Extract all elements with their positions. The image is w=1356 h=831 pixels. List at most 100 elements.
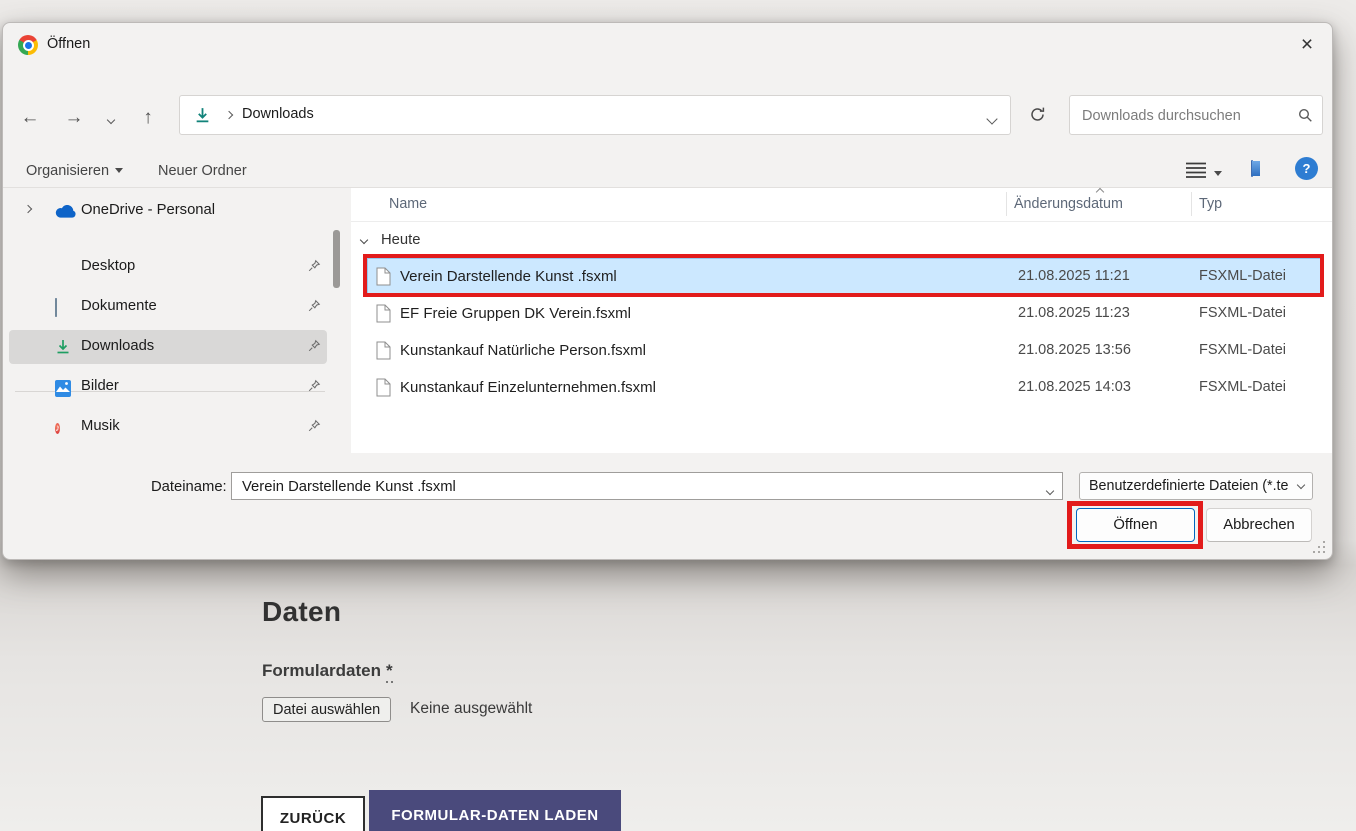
nav-forward-button[interactable]: → — [58, 103, 90, 133]
chevron-down-icon — [1297, 481, 1305, 489]
caret-down-icon — [1214, 171, 1222, 176]
file-icon — [376, 304, 391, 328]
search-input[interactable] — [1080, 101, 1284, 131]
document-icon — [55, 299, 57, 317]
pictures-icon — [55, 380, 71, 398]
sidebar-item-label: Bilder — [81, 378, 119, 394]
file-date: 21.08.2025 11:21 — [1018, 268, 1130, 284]
file-type: FSXML-Datei — [1199, 379, 1286, 395]
preview-pane-button[interactable] — [1249, 159, 1255, 178]
required-asterisk: * — [386, 661, 393, 683]
file-row[interactable]: Kunstankauf Einzelunternehmen.fsxml 21.0… — [367, 369, 1321, 405]
filename-dropdown-button[interactable] — [1047, 482, 1053, 497]
search-box — [1069, 95, 1323, 135]
column-header-name[interactable]: Name — [389, 196, 427, 212]
file-row[interactable]: EF Freie Gruppen DK Verein.fsxml 21.08.2… — [367, 295, 1321, 331]
refresh-button[interactable] — [1021, 100, 1053, 130]
file-name: EF Freie Gruppen DK Verein.fsxml — [400, 305, 631, 322]
organize-label: Organisieren — [26, 163, 109, 179]
address-dropdown-button[interactable] — [988, 111, 996, 126]
new-folder-button[interactable]: Neuer Ordner — [154, 158, 251, 184]
pin-icon — [307, 379, 321, 398]
sidebar-item-bilder[interactable]: Bilder — [9, 370, 327, 404]
preview-pane-icon — [1251, 160, 1253, 177]
view-options-dropdown[interactable] — [1212, 164, 1224, 183]
file-row[interactable]: Kunstankauf Natürliche Person.fsxml 21.0… — [367, 332, 1321, 368]
screen: Daten Formulardaten* Datei auswählen Kei… — [0, 0, 1356, 831]
filename-input[interactable] — [240, 475, 1024, 499]
sidebar-item-dokumente[interactable]: Dokumente — [9, 290, 327, 324]
onedrive-cloud-icon — [55, 205, 76, 223]
sidebar-item-desktop[interactable]: Desktop — [9, 250, 327, 284]
file-icon — [376, 341, 391, 365]
list-view-button[interactable] — [1184, 159, 1208, 180]
back-button[interactable]: ZURÜCK — [261, 796, 365, 831]
pin-icon — [307, 299, 321, 318]
file-type: FSXML-Datei — [1199, 268, 1286, 284]
sidebar-item-onedrive[interactable]: OneDrive - Personal — [9, 194, 327, 228]
sidebar-item-musik[interactable]: ♪ Musik — [9, 410, 327, 444]
search-icon — [1298, 108, 1313, 128]
column-header-type[interactable]: Typ — [1199, 196, 1222, 212]
close-icon[interactable]: × — [1292, 30, 1322, 60]
file-icon — [376, 378, 391, 402]
pin-icon — [307, 259, 321, 278]
sidebar-item-label: OneDrive - Personal — [81, 202, 215, 218]
form-data-label: Formulardaten * — [262, 661, 393, 681]
filename-label: Dateiname: — [151, 479, 227, 495]
group-label: Heute — [381, 232, 421, 248]
file-type: FSXML-Datei — [1199, 305, 1286, 321]
breadcrumb[interactable]: Downloads — [242, 106, 314, 122]
organize-menu-button[interactable]: Organisieren — [22, 158, 127, 184]
dialog-title: Öffnen — [47, 36, 90, 52]
choose-file-button[interactable]: Datei auswählen — [262, 697, 391, 722]
file-name: Verein Darstellende Kunst .fsxml — [400, 268, 617, 285]
chevron-down-icon — [107, 116, 115, 124]
file-chosen-status: Keine ausgewählt — [410, 700, 532, 718]
vertical-scrollbar-thumb[interactable] — [333, 230, 340, 288]
sidebar-item-downloads[interactable]: Downloads — [9, 330, 327, 364]
pin-icon — [307, 419, 321, 438]
chevron-down-icon — [986, 113, 997, 124]
column-header-date[interactable]: Änderungsdatum — [1014, 196, 1123, 212]
sidebar: OneDrive - Personal Desktop Dokumente — [3, 188, 333, 475]
pin-icon — [307, 339, 321, 358]
chevron-down-icon — [1046, 487, 1054, 495]
nav-history-dropdown[interactable] — [98, 103, 124, 133]
file-type: FSXML-Datei — [1199, 342, 1286, 358]
sidebar-item-label: Dokumente — [81, 298, 157, 314]
file-date: 21.08.2025 11:23 — [1018, 305, 1130, 321]
cancel-button[interactable]: Abbrechen — [1206, 508, 1312, 542]
column-divider[interactable] — [1006, 192, 1007, 216]
nav-back-button[interactable]: ← — [14, 103, 46, 133]
nav-up-button[interactable]: ↑ — [132, 103, 164, 133]
file-name: Kunstankauf Einzelunternehmen.fsxml — [400, 379, 656, 396]
open-file-dialog: Öffnen × ← → ↑ Downloads Organisieren N — [2, 22, 1333, 560]
file-row-selected[interactable]: Verein Darstellende Kunst .fsxml 21.08.2… — [367, 258, 1321, 294]
list-header: Name Änderungsdatum Typ — [351, 188, 1332, 222]
sidebar-item-label: Desktop — [81, 258, 135, 274]
open-button[interactable]: Öffnen — [1076, 508, 1195, 542]
downloads-folder-icon — [194, 107, 211, 129]
list-view-icon — [1186, 161, 1206, 178]
sidebar-item-label: Downloads — [81, 338, 154, 354]
dialog-titlebar: Öffnen × — [3, 23, 1332, 67]
column-divider[interactable] — [1191, 192, 1192, 216]
filetype-value: Benutzerdefinierte Dateien (*.te — [1089, 478, 1289, 494]
address-bar[interactable]: Downloads — [179, 95, 1011, 135]
file-date: 21.08.2025 14:03 — [1018, 379, 1131, 395]
resize-grip[interactable] — [1313, 541, 1325, 553]
file-list: Name Änderungsdatum Typ Heute Verein Dar… — [351, 188, 1332, 453]
music-icon: ♪ — [55, 418, 60, 437]
file-icon — [376, 267, 391, 291]
load-form-data-button[interactable]: FORMULAR-DATEN LADEN — [369, 790, 621, 831]
help-icon[interactable]: ? — [1295, 157, 1318, 180]
filetype-select[interactable]: Benutzerdefinierte Dateien (*.te — [1079, 472, 1313, 500]
chevron-right-icon — [24, 205, 32, 213]
file-name: Kunstankauf Natürliche Person.fsxml — [400, 342, 646, 359]
form-data-label-text: Formulardaten — [262, 661, 381, 680]
chevron-down-icon — [360, 236, 368, 244]
sort-ascending-icon — [1096, 188, 1104, 196]
breadcrumb-separator-icon — [225, 111, 233, 119]
caret-down-icon — [115, 168, 123, 173]
